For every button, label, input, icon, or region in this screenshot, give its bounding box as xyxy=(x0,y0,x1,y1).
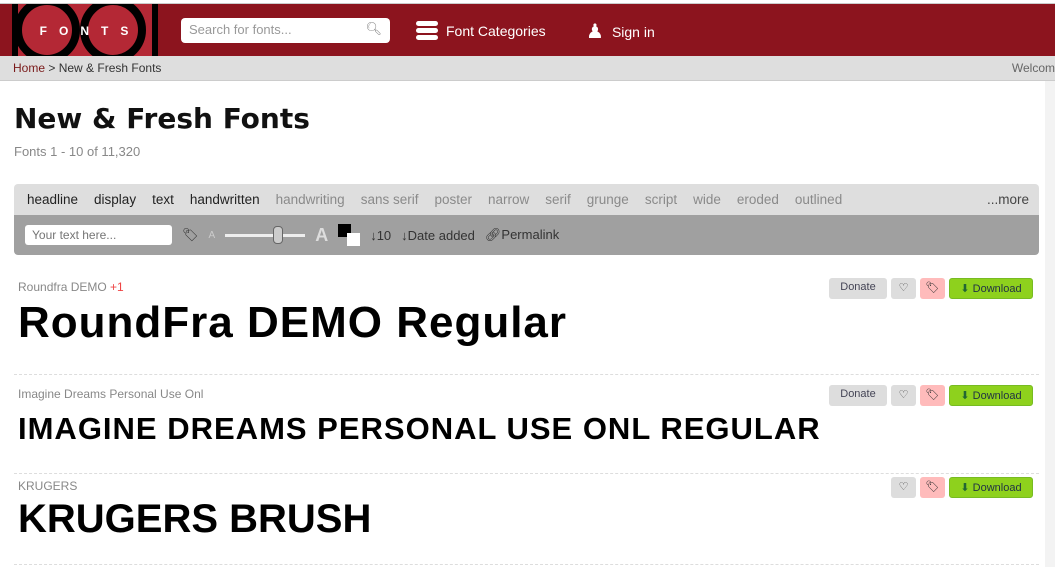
category-grunge[interactable]: grunge xyxy=(587,192,629,207)
date-sort[interactable]: ↓Date added xyxy=(401,228,475,243)
logo[interactable]: FONTS xyxy=(12,4,158,57)
sign-in-link[interactable]: ♟ Sign in xyxy=(586,19,655,44)
favorite-heart-icon[interactable]: ♡ xyxy=(891,278,916,299)
tag-icon[interactable]: 🏷︎ xyxy=(182,227,199,243)
scrollbar[interactable] xyxy=(1045,81,1055,567)
breadcrumb: Home > New & Fresh Fonts Welcom xyxy=(0,56,1055,81)
category-script[interactable]: script xyxy=(645,192,677,207)
preview-text-input[interactable] xyxy=(25,225,172,245)
size-large-label: A xyxy=(315,224,329,245)
tag-icon[interactable]: 🏷︎ xyxy=(920,477,945,498)
size-slider[interactable] xyxy=(225,225,306,244)
more-categories[interactable]: ...more xyxy=(987,192,1029,207)
category-tabs: headline display text handwritten handwritin… xyxy=(14,184,1039,215)
font-count: Fonts 1 - 10 of 11,320 xyxy=(14,144,141,159)
font-preview[interactable]: IMAGINE DREAMS PERSONAL USE ONL REGULAR xyxy=(18,411,821,447)
category-serif[interactable]: serif xyxy=(545,192,571,207)
category-text[interactable]: text xyxy=(152,192,174,207)
category-wide[interactable]: wide xyxy=(693,192,721,207)
download-button[interactable]: ⬇ Download xyxy=(949,385,1033,406)
download-arrow-icon: ⬇ xyxy=(960,390,970,402)
link-icon: 🔗︎ xyxy=(484,227,502,242)
category-handwritten[interactable]: handwritten xyxy=(190,192,260,207)
menu-icon xyxy=(416,19,438,42)
donate-button[interactable]: Donate xyxy=(829,385,887,406)
search-input[interactable]: Search for fonts... 🔍︎ xyxy=(181,18,390,43)
font-row: KRUGERS KRUGERS BRUSH ♡ 🏷︎ ⬇ Download xyxy=(14,473,1039,565)
category-sans-serif[interactable]: sans serif xyxy=(361,192,419,207)
font-preview[interactable]: RoundFra DEMO Regular xyxy=(18,298,567,348)
font-name[interactable]: Imagine Dreams Personal Use Onl xyxy=(18,387,203,401)
font-preview[interactable]: KRUGERS BRUSH xyxy=(18,497,371,542)
category-handwriting[interactable]: handwriting xyxy=(276,192,345,207)
breadcrumb-home[interactable]: Home xyxy=(13,61,45,75)
category-display[interactable]: display xyxy=(94,192,136,207)
download-button[interactable]: ⬇ Download xyxy=(949,278,1033,299)
permalink-link[interactable]: 🔗︎Permalink xyxy=(485,227,559,243)
slider-handle[interactable] xyxy=(273,225,284,244)
download-arrow-icon: ⬇ xyxy=(960,283,970,295)
filter-panel: headline display text handwritten handwritin… xyxy=(14,184,1039,255)
color-swap-icon[interactable] xyxy=(338,224,361,246)
font-row: Imagine Dreams Personal Use Onl IMAGINE … xyxy=(14,381,1039,474)
font-categories-menu[interactable]: Font Categories xyxy=(416,19,546,42)
download-arrow-icon: ⬇ xyxy=(960,482,970,494)
header: FONTS Search for fonts... 🔍︎ Font Categor… xyxy=(0,3,1055,57)
font-row: Roundfra DEMO +1 RoundFra DEMO Regular D… xyxy=(14,274,1039,375)
category-headline[interactable]: headline xyxy=(27,192,78,207)
size-small-label: A xyxy=(208,229,216,241)
font-name[interactable]: KRUGERS xyxy=(18,479,77,493)
page-title: New & Fresh Fonts xyxy=(14,102,310,135)
favorite-heart-icon[interactable]: ♡ xyxy=(891,477,916,498)
per-page-sort[interactable]: ↓10 xyxy=(370,228,391,243)
donate-button[interactable]: Donate xyxy=(829,278,887,299)
category-eroded[interactable]: eroded xyxy=(737,192,779,207)
search-icon[interactable]: 🔍︎ xyxy=(365,21,382,37)
download-button[interactable]: ⬇ Download xyxy=(949,477,1033,498)
tag-icon[interactable]: 🏷︎ xyxy=(920,278,945,299)
user-icon: ♟ xyxy=(586,21,604,43)
category-poster[interactable]: poster xyxy=(434,192,472,207)
category-narrow[interactable]: narrow xyxy=(488,192,529,207)
font-name[interactable]: Roundfra DEMO +1 xyxy=(18,280,124,294)
category-outlined[interactable]: outlined xyxy=(795,192,842,207)
tag-icon[interactable]: 🏷︎ xyxy=(920,385,945,406)
favorite-heart-icon[interactable]: ♡ xyxy=(891,385,916,406)
